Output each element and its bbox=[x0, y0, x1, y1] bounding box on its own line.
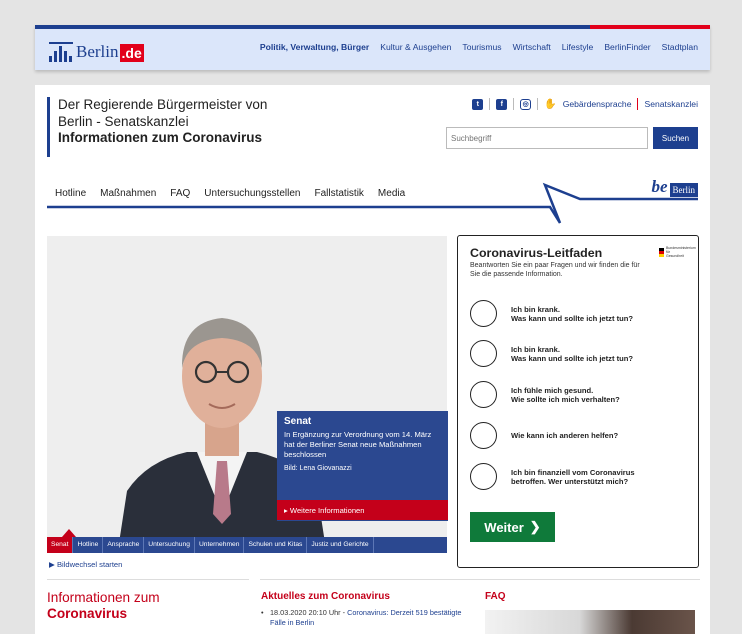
info-heading-line2: Coronavirus bbox=[47, 606, 128, 621]
portal-nav-item[interactable]: BerlinFinder bbox=[604, 42, 650, 52]
nav-item-hotline[interactable]: Hotline bbox=[55, 188, 86, 199]
nav-underline bbox=[47, 182, 698, 224]
radio-circle[interactable] bbox=[470, 463, 497, 490]
divider bbox=[537, 98, 539, 110]
main-navigation: Hotline Maßnahmen FAQ Untersuchungsstell… bbox=[55, 188, 405, 199]
guide-option[interactable]: Ich bin krank. Was kann und sollte ich je… bbox=[470, 340, 633, 367]
portal-top-stripe bbox=[35, 25, 590, 29]
option-label: Ich fühle mich gesund. Wie sollte ich mic… bbox=[511, 385, 620, 404]
active-tab-indicator bbox=[62, 529, 76, 537]
portal-nav: Politik, Verwaltung, Bürger Kultur & Aus… bbox=[260, 42, 698, 52]
guide-option[interactable]: Wie kann ich anderen helfen? bbox=[470, 422, 618, 449]
tab-senat[interactable]: Senat bbox=[47, 537, 74, 553]
logo-de: .de bbox=[119, 44, 144, 62]
start-slideshow-link[interactable]: ▶ Bildwechsel starten bbox=[49, 560, 122, 569]
title-line-3: Informationen zum Coronavirus bbox=[58, 130, 263, 145]
ministry-logo: Bundesministerium für Gesundheit bbox=[659, 246, 696, 258]
faq-image[interactable] bbox=[485, 610, 695, 634]
coronavirus-guide: Coronavirus-Leitfaden Beantworten Sie ei… bbox=[457, 235, 699, 568]
radio-circle[interactable] bbox=[470, 300, 497, 327]
search-button[interactable]: Suchen bbox=[653, 127, 698, 149]
guide-title: Coronavirus-Leitfaden bbox=[470, 246, 603, 260]
main-page: Der Regierende Bürgermeister von Berlin … bbox=[35, 85, 710, 634]
news-title: Aktuelles zum Coronavirus bbox=[261, 591, 390, 602]
sign-language-link[interactable]: Gebärdensprache bbox=[563, 99, 632, 109]
site-title[interactable]: Der Regierende Bürgermeister von Berlin … bbox=[47, 97, 267, 157]
radio-circle[interactable] bbox=[470, 381, 497, 408]
search-input[interactable] bbox=[446, 127, 648, 149]
info-heading: Informationen zum Coronavirus bbox=[47, 590, 160, 622]
sign-language-icon[interactable]: ✋ bbox=[544, 99, 556, 110]
title-line-2: Berlin - Senatskanzlei bbox=[58, 113, 189, 129]
hero-more-link[interactable]: ▸ Weitere Informationen bbox=[277, 500, 448, 520]
guide-option[interactable]: Ich fühle mich gesund. Wie sollte ich mic… bbox=[470, 381, 620, 408]
option-label: Wie kann ich anderen helfen? bbox=[511, 431, 619, 440]
portal-header: Berlin .de Politik, Verwaltung, Bürger K… bbox=[35, 25, 710, 70]
tab-untersuchung[interactable]: Untersuchung bbox=[144, 537, 195, 553]
berlin-logo-icon bbox=[49, 42, 73, 62]
nav-item-fallstatistik[interactable]: Fallstatistik bbox=[314, 188, 363, 199]
eagle-flag-icon bbox=[659, 247, 664, 257]
guide-intro: Beantworten Sie ein paar Fragen und wir … bbox=[470, 262, 640, 278]
title-line-1: Der Regierende Bürgermeister von bbox=[58, 97, 268, 112]
option-label: Ich bin krank. Was kann und sollte ich je… bbox=[511, 344, 634, 363]
tab-ansprache[interactable]: Ansprache bbox=[103, 537, 145, 553]
faq-title: FAQ bbox=[485, 591, 506, 602]
hero-tabs: Senat Hotline Ansprache Untersuchung Unt… bbox=[47, 537, 447, 553]
service-links: t f ◎ ✋ Gebärdensprache Senatskanzlei bbox=[472, 98, 698, 110]
guide-option[interactable]: Ich bin finanziell vom Coronavirus betrof… bbox=[470, 463, 635, 490]
be-berlin-box: Berlin bbox=[669, 183, 698, 197]
nav-item-media[interactable]: Media bbox=[378, 188, 405, 199]
portal-nav-item[interactable]: Lifestyle bbox=[562, 42, 594, 52]
portal-nav-item[interactable]: Stadtplan bbox=[662, 42, 698, 52]
senatskanzlei-link[interactable]: Senatskanzlei bbox=[644, 99, 698, 109]
news-item: 18.03.2020 20:10 Uhr - Coronavirus: Derz… bbox=[261, 608, 471, 627]
news-section: Aktuelles zum Coronavirus 18.03.2020 20:… bbox=[261, 591, 471, 627]
weiter-button[interactable]: Weiter ❯ bbox=[470, 512, 555, 542]
info-heading-line1: Informationen zum bbox=[47, 590, 160, 605]
portal-nav-item[interactable]: Tourismus bbox=[462, 42, 501, 52]
berlin-de-logo[interactable]: Berlin .de bbox=[49, 38, 144, 62]
ministry-name: Bundesministerium für Gesundheit bbox=[666, 246, 696, 258]
divider bbox=[489, 98, 491, 110]
nav-item-massnahmen[interactable]: Maßnahmen bbox=[100, 188, 156, 199]
tab-schulen-kitas[interactable]: Schulen und Kitas bbox=[244, 537, 308, 553]
radio-circle[interactable] bbox=[470, 340, 497, 367]
portal-nav-item[interactable]: Politik, Verwaltung, Bürger bbox=[260, 42, 369, 52]
divider bbox=[513, 98, 515, 110]
portal-nav-item[interactable]: Wirtschaft bbox=[513, 42, 551, 52]
tab-justiz-gerichte[interactable]: Justiz und Gerichte bbox=[307, 537, 374, 553]
divider bbox=[260, 579, 700, 580]
nav-item-faq[interactable]: FAQ bbox=[170, 188, 190, 199]
hero-title: Senat bbox=[284, 416, 312, 427]
tab-hotline[interactable]: Hotline bbox=[73, 537, 104, 553]
option-label: Ich bin krank. Was kann und sollte ich je… bbox=[511, 304, 634, 323]
nav-item-untersuchungsstellen[interactable]: Untersuchungsstellen bbox=[204, 188, 300, 199]
twitter-icon[interactable]: t bbox=[472, 98, 484, 110]
facebook-icon[interactable]: f bbox=[496, 98, 508, 110]
search-form: Suchen bbox=[446, 127, 698, 149]
weiter-label: Weiter bbox=[484, 519, 524, 535]
logo-word: Berlin bbox=[76, 42, 119, 61]
portal-nav-item[interactable]: Kultur & Ausgehen bbox=[380, 42, 451, 52]
hero-text: In Ergänzung zur Verordnung vom 14. März… bbox=[284, 430, 432, 459]
guide-option[interactable]: Ich bin krank. Was kann und sollte ich je… bbox=[470, 300, 633, 327]
tab-unternehmen[interactable]: Unternehmen bbox=[195, 537, 245, 553]
hero-credit: Bild: Lena Giovanazzi bbox=[284, 465, 352, 472]
radio-circle[interactable] bbox=[470, 422, 497, 449]
divider bbox=[637, 98, 639, 110]
news-date: 18.03.2020 20:10 Uhr - bbox=[270, 608, 348, 617]
option-label: Ich bin finanziell vom Coronavirus betrof… bbox=[511, 467, 635, 486]
chevron-right-icon: ❯ bbox=[529, 519, 541, 534]
instagram-icon[interactable]: ◎ bbox=[520, 98, 532, 110]
be-text: be bbox=[651, 177, 668, 196]
faq-section: FAQ bbox=[485, 591, 506, 602]
divider bbox=[47, 579, 249, 580]
be-berlin-logo[interactable]: be Berlin bbox=[651, 177, 698, 197]
